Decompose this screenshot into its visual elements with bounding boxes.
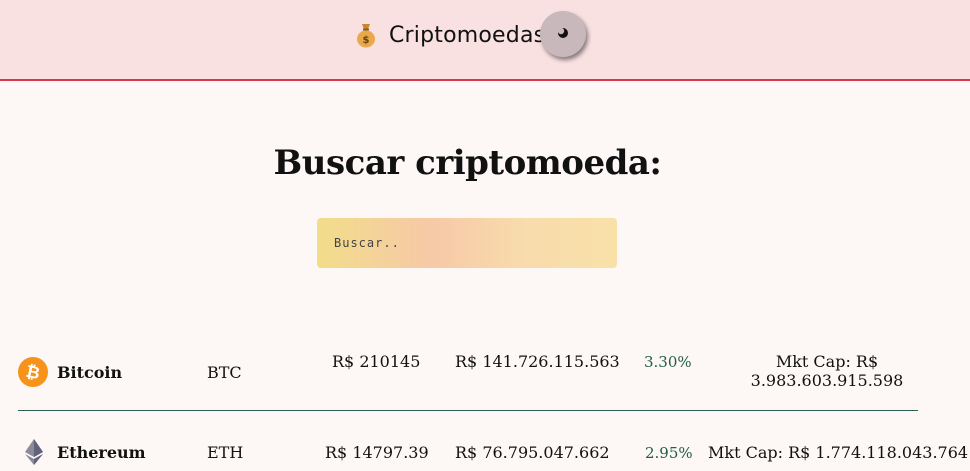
ethereum-icon — [24, 439, 44, 469]
money-bag-icon: $ — [355, 22, 377, 48]
coin-symbol: BTC — [207, 363, 242, 382]
coin-market-cap: Mkt Cap: R$ 1.774.118.043.764 — [708, 443, 969, 462]
search-input[interactable] — [317, 218, 617, 268]
coin-symbol: ETH — [207, 443, 244, 462]
coin-row-ethereum[interactable]: Ethereum ETH R$ 14797.39 R$ 76.795.047.6… — [0, 427, 970, 471]
coin-row-bitcoin[interactable]: ₿ Bitcoin BTC R$ 210145 R$ 141.726.115.5… — [0, 347, 970, 397]
coin-change: 2.95% — [645, 444, 693, 462]
page-title: Buscar criptomoeda: — [273, 143, 662, 183]
coin-change: 3.30% — [644, 353, 692, 371]
coin-volume: R$ 76.795.047.662 — [455, 443, 610, 462]
coin-market-cap: Mkt Cap: R$ 3.983.603.915.598 — [727, 352, 927, 390]
coin-price: R$ 14797.39 — [325, 443, 429, 462]
coin-name: Bitcoin — [57, 363, 123, 382]
coin-volume: R$ 141.726.115.563 — [455, 352, 620, 371]
bitcoin-icon: ₿ — [18, 357, 48, 391]
brand: $ Criptomoedas — [355, 18, 545, 52]
coin-name: Ethereum — [57, 443, 146, 462]
theme-toggle-button[interactable] — [540, 11, 586, 57]
moon-icon — [556, 25, 570, 44]
app-title: Criptomoedas — [389, 22, 546, 48]
svg-text:$: $ — [363, 35, 370, 46]
market-cap-label: Mkt Cap: R$ — [775, 352, 879, 371]
app-header: $ Criptomoedas — [0, 0, 970, 81]
market-cap-value: 3.983.603.915.598 — [750, 371, 904, 390]
row-divider — [18, 410, 918, 411]
coin-price: R$ 210145 — [332, 352, 421, 371]
